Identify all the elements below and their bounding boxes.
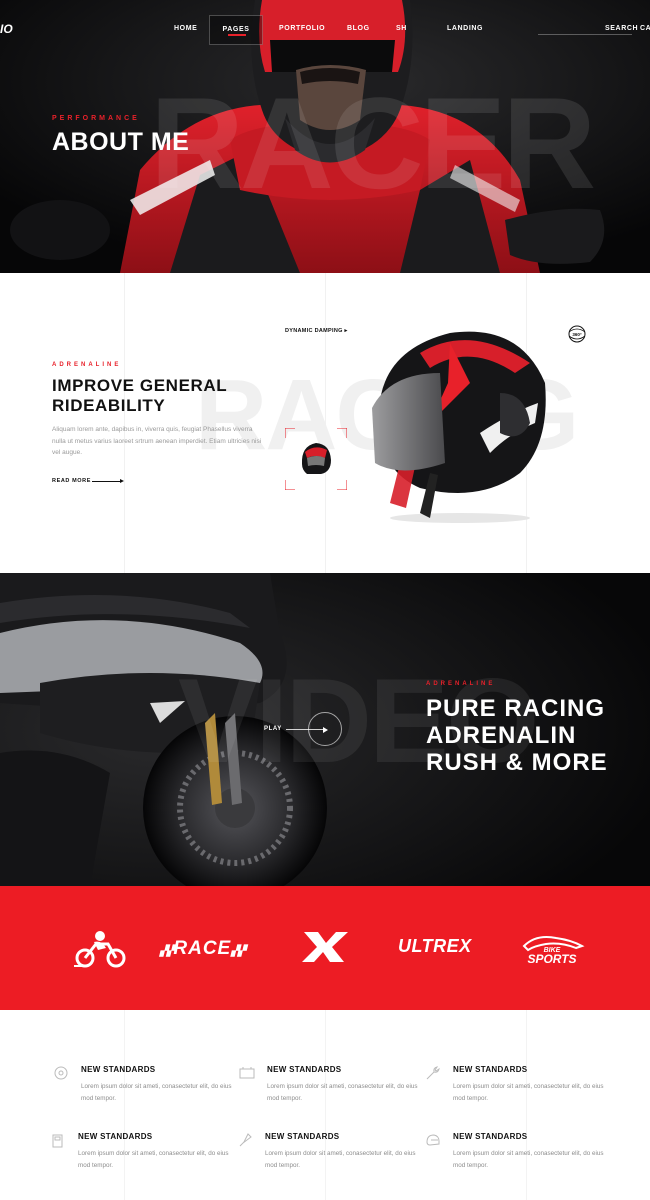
feature-text: Lorem ipsum dolor sit ameti, conasectetu… [81, 1083, 232, 1102]
play-icon [323, 727, 328, 733]
feature-title: NEW STANDARDS [453, 1065, 528, 1074]
feature-text: Lorem ipsum dolor sit ameti, conasectetu… [265, 1150, 416, 1169]
brand-logos-strip: ▞▞RACE▞▞ ULTREX BIKE SPORTS [0, 886, 650, 1010]
helmet-outline-icon [426, 1134, 440, 1146]
feature-item: NEW STANDARDS Lorem ipsum dolor sit amet… [425, 1132, 605, 1184]
arrow-right-icon [120, 479, 124, 483]
hero-kicker: PERFORMANCE [52, 115, 140, 122]
features-section: NEW STANDARDS Lorem ipsum dolor sit amet… [0, 1010, 650, 1200]
hero-background-word: RACER [150, 70, 596, 216]
video-heading-line: RUSH & MORE [426, 749, 608, 776]
product-title: IMPROVE GENERAL RIDEABILITY [52, 376, 252, 416]
nav-item-pages[interactable]: PAGES [209, 15, 263, 45]
dynamic-damping-hotspot[interactable]: DYNAMIC DAMPING ▸ [285, 328, 348, 334]
race-checker-icon: ▞▞ [231, 946, 245, 957]
feature-text: Lorem ipsum dolor sit ameti, conasectetu… [267, 1083, 418, 1102]
ultrex-logo[interactable]: ULTREX [398, 936, 472, 957]
feature-item: NEW STANDARDS Lorem ipsum dolor sit amet… [425, 1065, 605, 1117]
nav-item-landing[interactable]: LANDING [447, 25, 483, 32]
feature-title: NEW STANDARDS [265, 1132, 340, 1141]
top-navigation: IO HOME PAGES PORTFOLIO BLOG SH LANDING … [0, 0, 650, 56]
feature-text: Lorem ipsum dolor sit ameti, conasectetu… [78, 1150, 229, 1169]
search-underline [538, 34, 632, 35]
race-logo-text: RACE [173, 938, 232, 959]
nav-item-home[interactable]: HOME [174, 25, 197, 32]
search-link[interactable]: SEARCH [605, 25, 638, 32]
read-more-line [92, 481, 122, 482]
product-title-line: RIDEABILITY [52, 396, 166, 415]
rotate-360-icon[interactable]: 360° [566, 323, 588, 345]
wrench-icon [426, 1066, 440, 1080]
feature-title: NEW STANDARDS [453, 1132, 528, 1141]
grid-line [124, 273, 125, 573]
race-logo[interactable]: ▞▞RACE▞▞ [160, 938, 246, 960]
spark-plug-icon [239, 1133, 252, 1147]
feature-text: Lorem ipsum dolor sit ameti, conasectetu… [453, 1150, 604, 1169]
page-title: ABOUT ME [52, 128, 190, 156]
video-heading: PURE RACING ADRENALIN RUSH & MORE [426, 695, 608, 776]
video-heading-line: PURE RACING [426, 695, 606, 722]
feature-title: NEW STANDARDS [78, 1132, 153, 1141]
helmet-image [372, 331, 546, 523]
site-logo[interactable]: IO [0, 22, 13, 36]
badge-label: 360° [572, 332, 582, 337]
video-heading-line: ADRENALIN [426, 722, 577, 749]
hotspot-label: DYNAMIC DAMPING [285, 328, 343, 334]
product-section: RACING ADRENALINE IMPROVE GENERAL RIDEAB… [0, 273, 650, 573]
nav-item-portfolio[interactable]: PORTFOLIO [279, 25, 325, 32]
cart-link[interactable]: CA [640, 25, 650, 32]
feature-title: NEW STANDARDS [267, 1065, 342, 1074]
feature-text: Lorem ipsum dolor sit ameti, conasectetu… [453, 1083, 604, 1102]
video-kicker: ADRENALINE [426, 681, 496, 687]
play-triangle-icon: ▸ [344, 328, 348, 334]
feature-item: NEW STANDARDS Lorem ipsum dolor sit amet… [239, 1065, 419, 1117]
product-kicker: ADRENALINE [52, 362, 122, 368]
product-description: Aliquam lorem ante, dapibus in, viverra … [52, 426, 262, 456]
fuel-icon [52, 1134, 63, 1148]
feature-item: NEW STANDARDS Lorem ipsum dolor sit amet… [53, 1065, 233, 1117]
race-checker-icon: ▞▞ [160, 946, 174, 957]
battery-icon [239, 1067, 255, 1079]
hero-section: RACER IO HOME PAGES PORTFOLIO BLOG SH LA… [0, 0, 650, 273]
read-more-link[interactable]: READ MORE [52, 478, 91, 484]
bike-sports-logo[interactable]: BIKE SPORTS [516, 932, 588, 966]
product-title-line: IMPROVE GENERAL [52, 376, 228, 395]
feature-item: NEW STANDARDS Lorem ipsum dolor sit amet… [237, 1132, 417, 1184]
x-logo[interactable] [300, 930, 350, 964]
play-label[interactable]: PLAY [264, 726, 282, 732]
wheel-icon [54, 1066, 68, 1080]
nav-item-shop[interactable]: SH [396, 25, 407, 32]
bike-sports-bottom-text: SPORTS [527, 952, 576, 966]
helmet-thumbnail[interactable] [285, 428, 347, 490]
moto-logo[interactable] [74, 930, 126, 968]
video-section: VIDEO PLAY ADRENALINE PURE RACING ADRENA… [0, 573, 650, 886]
feature-title: NEW STANDARDS [81, 1065, 156, 1074]
nav-item-blog[interactable]: BLOG [347, 25, 370, 32]
feature-item: NEW STANDARDS Lorem ipsum dolor sit amet… [50, 1132, 230, 1184]
